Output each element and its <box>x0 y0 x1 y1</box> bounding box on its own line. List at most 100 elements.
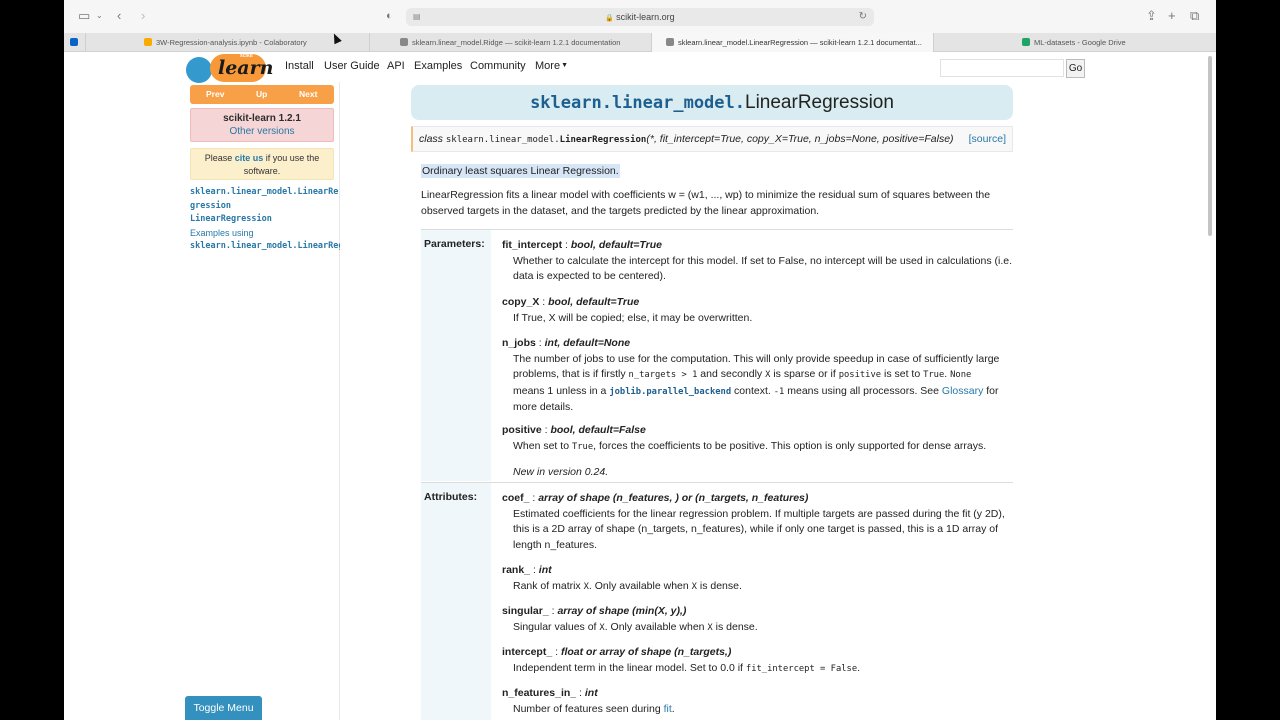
toc-item-module[interactable]: sklearn.linear_model.LinearRe gression <box>190 186 340 213</box>
text: When set to <box>513 439 572 452</box>
version-note: New in version 0.24. <box>513 466 609 478</box>
sklearn-favicon-icon <box>400 38 408 46</box>
param-type: int, default=None <box>544 337 631 349</box>
cite-box: Please cite us if you use the software. <box>190 148 334 180</box>
chevron-down-icon[interactable]: ⌄ <box>96 8 103 24</box>
outlook-icon <box>70 38 78 46</box>
tab-colab[interactable]: 3W-Regression-analysis.ipynb - Colaborat… <box>86 33 370 52</box>
param-n-jobs: n_jobs : int, default=None The number of… <box>502 336 1012 416</box>
inline-code: positive <box>838 370 882 380</box>
toc-item-class[interactable]: LinearRegression <box>190 213 340 227</box>
attr-intercept: intercept_ : float or array of shape (n_… <box>502 645 1012 677</box>
text: is dense. <box>696 579 742 592</box>
tab-overview-icon[interactable]: ⧉ <box>1190 8 1199 24</box>
up-button[interactable]: Up <box>256 85 267 104</box>
section-divider <box>421 229 1013 230</box>
lock-icon: 🔒 <box>605 15 615 22</box>
param-positive: positive : bool, default=False When set … <box>502 423 1012 481</box>
param-type: bool, default=False <box>550 424 646 436</box>
sklearn-logo[interactable]: scikit learn <box>186 53 273 83</box>
address-bar[interactable]: ▤ 🔒 scikit-learn.org ↻ <box>406 8 874 26</box>
sidebar-divider <box>339 82 340 720</box>
text: is dense. <box>712 620 758 633</box>
new-tab-icon[interactable]: + <box>1168 8 1176 24</box>
browser-window: ▭ ⌄ ‹ › ◐ ▤ 🔒 scikit-learn.org ↻ ⇪ + ⧉ 3W… <box>64 0 1216 720</box>
nav-community[interactable]: Community <box>470 60 526 72</box>
text: and secondly <box>697 368 766 380</box>
attr-name: coef_ <box>502 492 530 504</box>
version-label: scikit-learn 1.2.1 <box>223 113 301 124</box>
param-type: bool, default=True <box>548 296 640 308</box>
attr-rank: rank_ : int Rank of matrix X. Only avail… <box>502 563 1012 595</box>
sig-module: sklearn.linear_model. <box>445 135 560 145</box>
table-of-contents: sklearn.linear_model.LinearRe gression Li… <box>190 186 340 254</box>
joblib-link[interactable]: joblib.parallel_backend <box>609 387 731 397</box>
param-copy-x: copy_X : bool, default=True If True, X w… <box>502 295 1012 326</box>
attr-desc: Estimated coefficients for the linear re… <box>513 507 1005 551</box>
source-link[interactable]: [source] <box>964 127 1006 151</box>
search-input[interactable] <box>940 59 1064 77</box>
nav-user-guide[interactable]: User Guide <box>324 60 380 72</box>
attr-singular: singular_ : array of shape (min(X, y),) … <box>502 604 1012 636</box>
inline-code: fit_intercept = False <box>745 663 858 674</box>
param-name: positive <box>502 424 542 436</box>
toggle-menu-button[interactable]: Toggle Menu <box>185 696 262 720</box>
attr-type: float or array of shape (n_targets,) <box>560 646 732 658</box>
nav-api[interactable]: API <box>387 60 405 72</box>
web-page: scikit learn Install User Guide API Exam… <box>64 52 1216 720</box>
shield-icon[interactable]: ◐ <box>386 8 393 24</box>
sig-keyword: class <box>419 133 443 145</box>
inline-code: None <box>950 370 972 380</box>
param-desc: If True, X will be copied; else, it may … <box>513 311 753 324</box>
fit-link[interactable]: fit <box>664 703 672 715</box>
tab-google-drive[interactable]: ML-datasets - Google Drive <box>934 33 1216 52</box>
param-name: n_jobs <box>502 337 536 349</box>
param-name: fit_intercept <box>502 239 563 251</box>
page-scrollbar[interactable] <box>1208 56 1212 236</box>
nav-install[interactable]: Install <box>285 60 314 72</box>
nav-examples[interactable]: Examples <box>414 60 462 72</box>
long-description: LinearRegression fits a linear model wit… <box>421 189 991 217</box>
cite-us-link[interactable]: cite us <box>235 153 264 163</box>
inline-code: n_targets > 1 <box>628 370 698 380</box>
attributes-label-column <box>421 483 491 720</box>
text: . Only available when <box>604 620 708 633</box>
parameters-label: Parameters: <box>424 238 485 250</box>
toc-item-line: gression <box>190 200 231 211</box>
attr-name: n_features_in_ <box>502 687 577 699</box>
prev-button[interactable]: Prev <box>206 85 224 104</box>
text: , forces the coefficients to be positive… <box>593 439 987 452</box>
toc-item-examples[interactable]: Examples using <box>190 227 340 241</box>
tab-label: sklearn.linear_model.LinearRegression — … <box>678 38 922 47</box>
next-button[interactable]: Next <box>299 85 317 104</box>
inline-code: True <box>923 370 945 380</box>
reload-icon[interactable]: ↻ <box>859 8 867 26</box>
param-name: copy_X <box>502 296 540 308</box>
site-navbar: scikit learn Install User Guide API Exam… <box>64 52 1204 83</box>
attr-type: array of shape (min(X, y),) <box>557 605 687 617</box>
back-arrow-icon[interactable]: ‹ <box>117 8 121 24</box>
share-icon[interactable]: ⇪ <box>1146 8 1157 24</box>
tab-ridge-docs[interactable]: sklearn.linear_model.Ridge — scikit-lear… <box>370 33 652 52</box>
forward-arrow-icon[interactable]: › <box>141 8 145 24</box>
glossary-link[interactable]: Glossary <box>942 385 983 397</box>
nav-more[interactable]: More▼ <box>535 60 568 72</box>
attr-type: array of shape (n_features, ) or (n_targ… <box>538 492 809 504</box>
cite-pre-text: Please <box>204 153 235 163</box>
toc-item-line: sklearn.linear_model.LinearRe <box>190 187 339 197</box>
attr-desc: Rank of matrix X. Only available when X … <box>502 579 1012 596</box>
attr-desc: Number of features seen during fit. <box>502 702 1012 718</box>
attr-desc: Independent term in the linear model. Se… <box>502 661 1012 678</box>
text: Number of features seen during <box>513 702 664 715</box>
toc-item-examples-class[interactable]: sklearn.linear_model.LinearRegression <box>190 240 340 254</box>
other-versions-link[interactable]: Other versions <box>191 126 333 137</box>
sig-name: LinearRegression <box>559 135 647 145</box>
sidebar-toggle-icon[interactable]: ▭ <box>78 8 90 24</box>
go-button[interactable]: Go <box>1066 59 1085 78</box>
tab-pinned-outlook[interactable] <box>64 33 86 52</box>
attributes-label: Attributes: <box>424 491 478 503</box>
version-box: scikit-learn 1.2.1 Other versions <box>190 108 334 142</box>
sklearn-favicon-icon <box>666 38 674 46</box>
attr-desc: Singular values of X. Only available whe… <box>502 620 1012 637</box>
tab-linearregression-docs[interactable]: sklearn.linear_model.LinearRegression — … <box>652 33 934 52</box>
